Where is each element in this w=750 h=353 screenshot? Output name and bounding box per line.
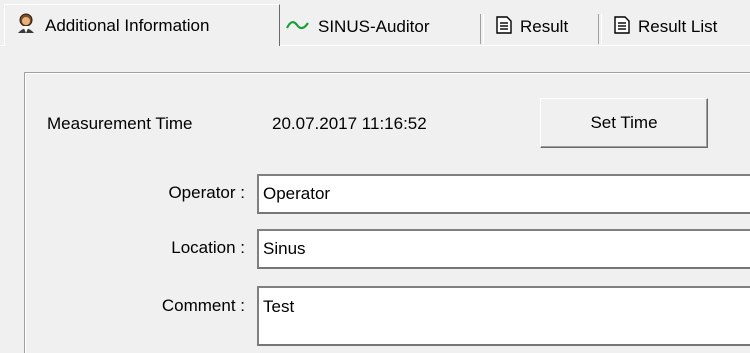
tab-label: Result List — [638, 17, 718, 36]
tab-divider — [480, 14, 484, 44]
tab-sinus-auditor[interactable]: SINUS-Auditor — [286, 10, 429, 44]
tab-label: Result — [520, 17, 569, 36]
document-icon — [614, 15, 630, 39]
tab-result-list[interactable]: Result List — [614, 10, 717, 44]
location-field[interactable] — [257, 229, 750, 269]
tab-result[interactable]: Result — [496, 10, 568, 44]
comment-field[interactable] — [257, 286, 750, 346]
sine-wave-icon — [286, 16, 310, 39]
tab-label: Additional Information — [45, 15, 210, 35]
operator-label: Operator : — [168, 183, 245, 202]
tab-label: SINUS-Auditor — [318, 17, 430, 36]
tab-divider — [598, 14, 602, 44]
set-time-button[interactable]: Set Time — [540, 98, 708, 148]
tab-additional-information[interactable]: Additional Information — [4, 4, 280, 46]
comment-label: Comment : — [161, 296, 245, 315]
measurement-time-value: 20.07.2017 11:16:52 — [272, 114, 427, 133]
measurement-time-label: Measurement Time — [47, 114, 193, 133]
tab-bar: Additional Information SINUS-Auditor Res… — [0, 0, 750, 46]
location-label: Location : — [171, 238, 245, 257]
document-icon — [496, 15, 512, 39]
user-icon — [15, 12, 37, 39]
operator-field[interactable] — [257, 174, 750, 214]
